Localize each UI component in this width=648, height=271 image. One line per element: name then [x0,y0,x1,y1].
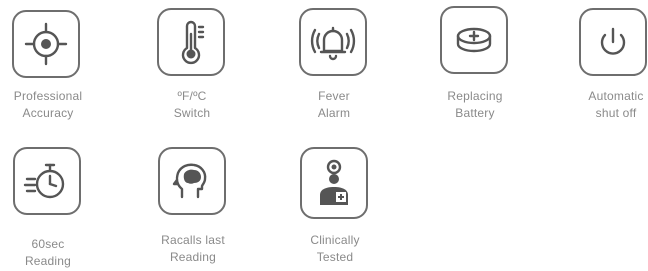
thermometer-icon [157,8,225,76]
feature-label-line1: Replacing [447,89,503,103]
feature-label-line2: Switch [173,106,211,120]
feature-label-line1: Professional [13,89,83,103]
feature-label-line2: shut off [595,106,637,120]
feature-label-line1: Clinically [310,233,360,247]
power-icon [579,8,647,76]
feature-label-line2: Accuracy [22,106,74,120]
coin-battery-icon [440,6,508,74]
feature-label-line2: Reading [169,250,217,264]
feature-label-line1: ºF/ºC [177,89,207,103]
stopwatch-speed-icon [13,147,81,215]
feature-label-line1: Automatic [588,89,644,103]
feature-label-line1: Fever [318,89,350,103]
feature-label-line2: Reading [24,254,72,268]
feature-label-line1: Racalls last [161,233,225,247]
feature-grid: Professional Accuracy ºF/ºC Switch Fever… [0,0,648,271]
alarm-bell-icon [299,8,367,76]
crosshair-target-icon [12,10,80,78]
head-brain-memory-icon [158,147,226,215]
feature-label-line2: Battery [455,106,495,120]
feature-label-line2: Tested [316,250,354,264]
doctor-medical-icon [300,147,368,219]
feature-label-line1: 60sec [31,237,65,251]
feature-label-line2: Alarm [317,106,351,120]
